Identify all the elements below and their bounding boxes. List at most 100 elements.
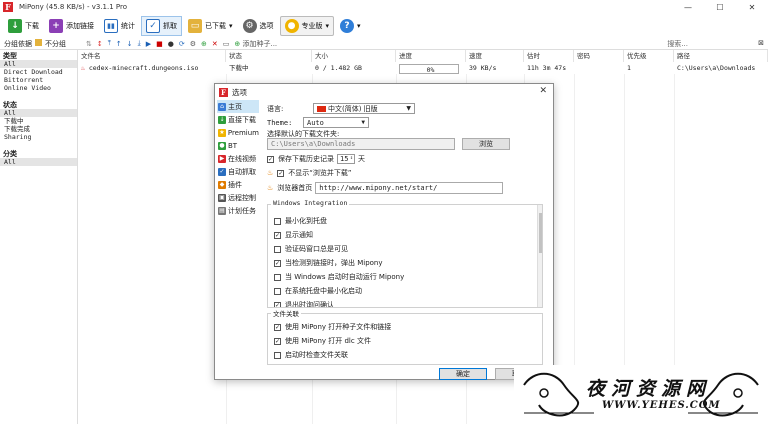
nav-item-video[interactable]: ▶ 在线视频 [217, 152, 259, 165]
close-icon[interactable]: ✕ [539, 86, 547, 96]
theme-select[interactable]: Auto ▼ [303, 117, 369, 128]
status-item-sharing[interactable]: Sharing [0, 133, 77, 141]
browse-button[interactable]: 浏览 [462, 138, 510, 150]
history-days-stepper[interactable]: 15 ⇕ [337, 154, 355, 164]
col-size[interactable]: 大小 [312, 50, 396, 62]
ok-button[interactable]: 确定 [439, 368, 487, 380]
add-link-button[interactable]: + 添加链接 [45, 16, 98, 36]
col-password[interactable]: 密码 [574, 50, 624, 62]
win-option-row[interactable]: 最小化到托盘 [274, 216, 327, 226]
move-bottom-icon[interactable]: ⤓ [138, 39, 141, 48]
homepage-input[interactable]: http://www.mipony.net/start/ [315, 182, 504, 194]
win-option-checkbox[interactable]: ✓ [274, 231, 281, 239]
move-up-icon[interactable]: ↑ [116, 40, 122, 48]
move-icon[interactable]: ↕ [97, 40, 103, 48]
win-option-row[interactable]: 当 Windows 启动时自动运行 Mipony [274, 272, 404, 282]
type-item-all[interactable]: All [0, 60, 77, 68]
win-option-checkbox[interactable]: ✓ [274, 259, 281, 267]
assoc-option-checkbox[interactable]: ✓ [274, 337, 281, 345]
nav-item-plugins[interactable]: ◆ 插件 [217, 178, 259, 191]
col-path[interactable]: 路径 [674, 50, 768, 62]
col-priority[interactable]: 优先级 [624, 50, 674, 62]
nav-item-autocapture[interactable]: ✓ 自动抓取 [217, 165, 259, 178]
nav-item-schedule[interactable]: ▤ 计划任务 [217, 204, 259, 217]
move-top-icon[interactable]: ⤒ [108, 39, 111, 48]
assoc-option-row[interactable]: ✓ 使用 MiPony 打开种子文件和链接 [274, 322, 391, 332]
search-input[interactable]: 搜索... [667, 39, 688, 49]
move-down-icon[interactable]: ↓ [127, 40, 133, 48]
win-option-row[interactable]: ✓ 显示通知 [274, 230, 313, 240]
nav-label: 插件 [228, 180, 242, 189]
group-select[interactable]: 不分组 [35, 38, 66, 49]
table-header: 文件名 状态 大小 进度 速度 估时 密码 优先级 路径 [78, 50, 768, 62]
table-row[interactable]: ♨ cedex-minecraft.dungeons.iso 下载中 0 / 1… [78, 62, 768, 74]
nav-label: BT [228, 141, 238, 150]
win-option-checkbox[interactable] [274, 217, 281, 225]
stop-icon[interactable]: ■ [156, 40, 163, 48]
delete-icon[interactable]: ✕ [212, 40, 218, 48]
nav-item-premium[interactable]: ★ Premium [217, 126, 259, 139]
col-speed[interactable]: 速度 [466, 50, 524, 62]
close-icon[interactable]: ✕ [736, 0, 768, 14]
window-title: MiPony (45.8 KB/s) - v3.1.1 Pro [19, 3, 127, 11]
category-item-all[interactable]: All [0, 158, 77, 166]
add-seed-label: 添加种子... [242, 39, 278, 48]
help-button[interactable]: ? ▾ [336, 16, 365, 36]
nav-label: 计划任务 [228, 206, 256, 215]
assoc-option-checkbox[interactable]: ✓ [274, 323, 281, 331]
folder-icon: ▭ [188, 19, 202, 33]
col-eta[interactable]: 估时 [524, 50, 574, 62]
history-checkbox[interactable]: ✓ [267, 155, 274, 163]
nav-item-remote[interactable]: ▣ 远程控制 [217, 191, 259, 204]
folder-open-icon[interactable]: ▭ [223, 40, 230, 48]
type-item-direct[interactable]: Direct Download [0, 68, 77, 76]
win-option-row[interactable]: 验证码窗口总是可见 [274, 244, 348, 254]
minimize-icon[interactable]: — [672, 0, 704, 14]
play-icon[interactable]: ▶ [146, 40, 151, 48]
col-status[interactable]: 状态 [226, 50, 312, 62]
options-button[interactable]: ⚙ 选项 [239, 16, 278, 36]
filename-text: cedex-minecraft.dungeons.iso [88, 64, 199, 72]
settings-icon[interactable]: ⚙ [190, 40, 196, 48]
win-option-row[interactable]: ✓ 当检测到链接时，弹出 Mipony [274, 258, 383, 268]
scrollbar-thumb[interactable] [539, 213, 542, 253]
record-icon[interactable]: ● [168, 40, 174, 48]
nav-label: 主页 [228, 102, 242, 111]
sort-icon[interactable]: ⇅ [86, 40, 92, 48]
nav-item-direct[interactable]: ↓ 直接下载 [217, 113, 259, 126]
language-select[interactable]: 中文(简体) 旧版 ▼ [313, 103, 415, 114]
assoc-option-checkbox[interactable] [274, 351, 281, 359]
col-filename[interactable]: 文件名 [78, 50, 226, 62]
status-item-downloading[interactable]: 下载中 [0, 117, 77, 125]
assoc-option-row[interactable]: 启动时检查文件关联 [274, 350, 348, 360]
type-item-video[interactable]: Online Video [0, 84, 77, 92]
pro-button[interactable]: ● 专业版 ▾ [279, 16, 335, 36]
no-show-checkbox[interactable]: ✓ [277, 169, 285, 177]
assoc-option-row[interactable]: ✓ 使用 MiPony 打开 dlc 文件 [274, 336, 371, 346]
add-icon[interactable]: ⊕ [201, 40, 207, 48]
capture-button[interactable]: ✓ 抓取 [141, 16, 182, 36]
scrollbar[interactable] [537, 205, 542, 307]
stats-button[interactable]: ▮▮ 统计 [100, 16, 139, 36]
downloaded-button[interactable]: ▭ 已下载 ▾ [184, 16, 237, 36]
win-option-checkbox[interactable] [274, 273, 281, 281]
status-item-completed[interactable]: 下载完成 [0, 125, 77, 133]
col-progress[interactable]: 进度 [396, 50, 466, 62]
win-option-checkbox[interactable] [274, 287, 281, 295]
refresh-icon[interactable]: ⟳ [179, 40, 185, 48]
filter-toggle-icon[interactable]: ⊠ [758, 39, 764, 47]
win-option-row[interactable]: ✓ 退出时询问确认 [274, 300, 334, 307]
folder-field[interactable]: C:\Users\a\Downloads [267, 138, 455, 150]
nav-label: 在线视频 [228, 154, 256, 163]
win-option-row[interactable]: 在系统托盘中最小化启动 [274, 286, 362, 296]
nav-item-home[interactable]: ⌂ 主页 [217, 100, 259, 113]
type-item-bittorrent[interactable]: Bittorrent [0, 76, 77, 84]
maximize-icon[interactable]: ☐ [704, 0, 736, 14]
win-option-checkbox[interactable] [274, 245, 281, 253]
status-item-all[interactable]: All [0, 109, 77, 117]
nav-item-bt[interactable]: ● BT [217, 139, 259, 152]
category-pane: 类型 All Direct Download Bittorrent Online… [0, 50, 78, 424]
download-button[interactable]: ↓ 下载 [4, 16, 43, 36]
nav-label: 直接下载 [228, 115, 256, 124]
add-seed-button[interactable]: ⊕ 添加种子... [234, 39, 277, 49]
